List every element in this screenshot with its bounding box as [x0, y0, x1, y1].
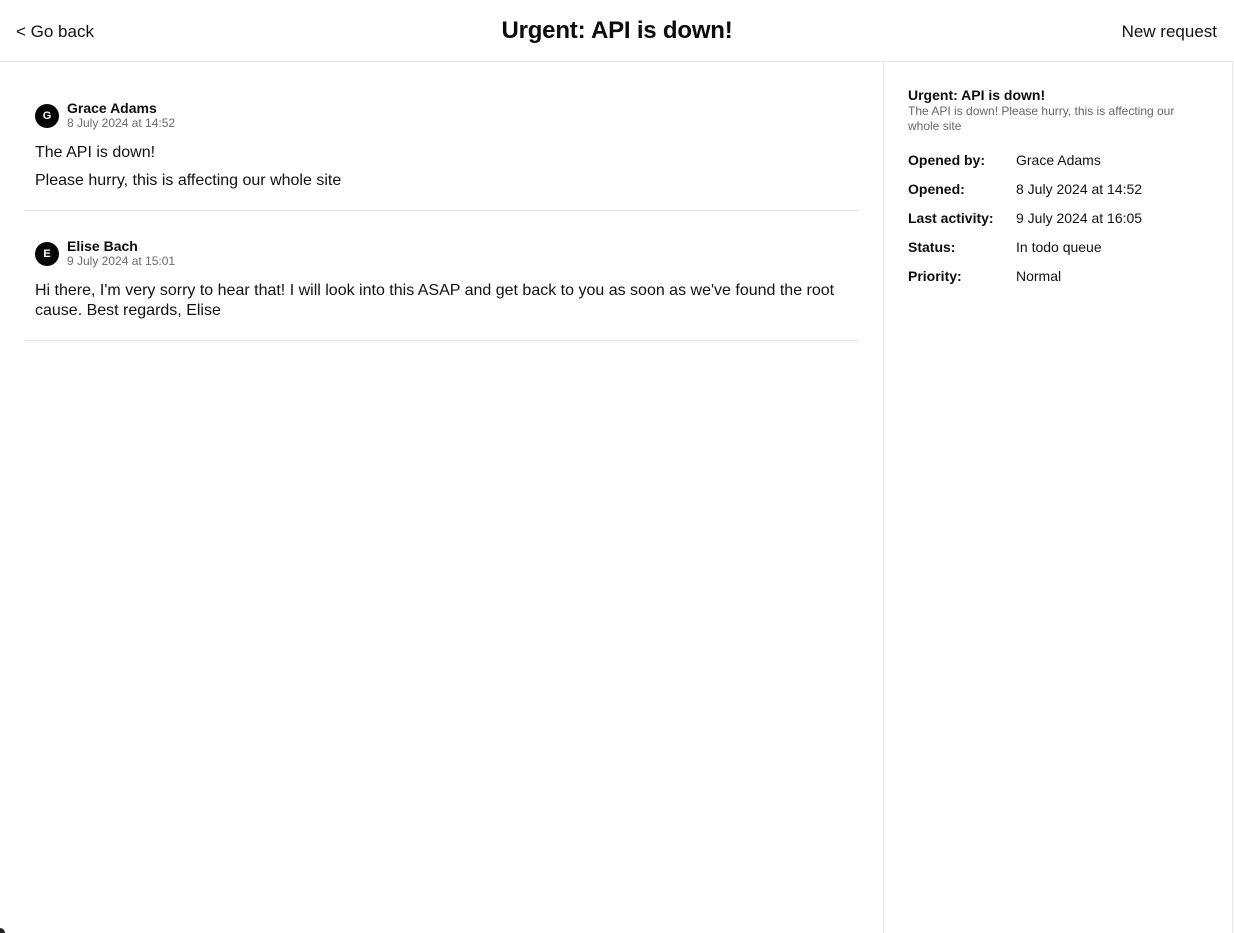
author-block: Elise Bach 9 July 2024 at 15:01 — [67, 238, 175, 269]
page-title: Urgent: API is down! — [501, 17, 733, 44]
message-author: Elise Bach — [67, 238, 138, 254]
detail-value: 8 July 2024 at 14:52 — [1016, 181, 1143, 197]
message-line: The API is down! — [35, 144, 156, 161]
author-block: Grace Adams 8 July 2024 at 14:52 — [67, 100, 175, 131]
message-timestamp: 8 July 2024 at 14:52 — [67, 116, 176, 130]
detail-row-priority: Priority: Normal — [908, 268, 1208, 285]
ticket-details-panel: Urgent: API is down! The API is down! Pl… — [883, 62, 1233, 933]
detail-label: Opened: — [908, 181, 965, 197]
detail-row-opened-by: Opened by: Grace Adams — [908, 152, 1208, 169]
detail-value: Grace Adams — [1016, 152, 1101, 168]
detail-row-status: Status: In todo queue — [908, 239, 1208, 256]
new-request-link[interactable]: New request — [1122, 23, 1217, 40]
message-header: E Elise Bach 9 July 2024 at 15:01 — [35, 238, 848, 269]
detail-value: In todo queue — [1016, 239, 1102, 255]
message-timestamp: 9 July 2024 at 15:01 — [67, 254, 176, 268]
avatar: G — [35, 103, 59, 128]
detail-row-last-activity: Last activity: 9 July 2024 at 16:05 — [908, 210, 1208, 227]
detail-label: Priority: — [908, 268, 962, 284]
detail-label: Last activity: — [908, 210, 994, 226]
message-body: Hi there, I'm very sorry to hear that! I… — [35, 281, 848, 321]
message-line: Hi there, I'm very sorry to hear that! I… — [35, 282, 835, 319]
detail-value: 9 July 2024 at 16:05 — [1016, 210, 1143, 226]
ticket-summary-description: The API is down! Please hurry, this is a… — [908, 104, 1175, 133]
message-thread: G Grace Adams 8 July 2024 at 14:52 The A… — [0, 62, 883, 933]
ticket-details: Opened by: Grace Adams Opened: 8 July 20… — [908, 152, 1208, 285]
detail-label: Status: — [908, 239, 956, 255]
message-line: Please hurry, this is affecting our whol… — [35, 172, 342, 189]
message-body: The API is down! Please hurry, this is a… — [35, 143, 848, 191]
top-bar: < Go back Urgent: API is down! New reque… — [0, 0, 1234, 62]
message-item: E Elise Bach 9 July 2024 at 15:01 Hi the… — [24, 211, 859, 341]
avatar: E — [35, 241, 59, 266]
message-item: G Grace Adams 8 July 2024 at 14:52 The A… — [24, 85, 859, 211]
ticket-view: < Go back Urgent: API is down! New reque… — [0, 0, 1234, 933]
ticket-summary-title: Urgent: API is down! — [908, 87, 1046, 103]
detail-label: Opened by: — [908, 152, 986, 168]
detail-row-opened: Opened: 8 July 2024 at 14:52 — [908, 181, 1208, 198]
go-back-link[interactable]: < Go back — [16, 23, 94, 40]
message-author: Grace Adams — [67, 100, 157, 116]
message-header: G Grace Adams 8 July 2024 at 14:52 — [35, 100, 848, 131]
detail-value: Normal — [1016, 268, 1062, 284]
